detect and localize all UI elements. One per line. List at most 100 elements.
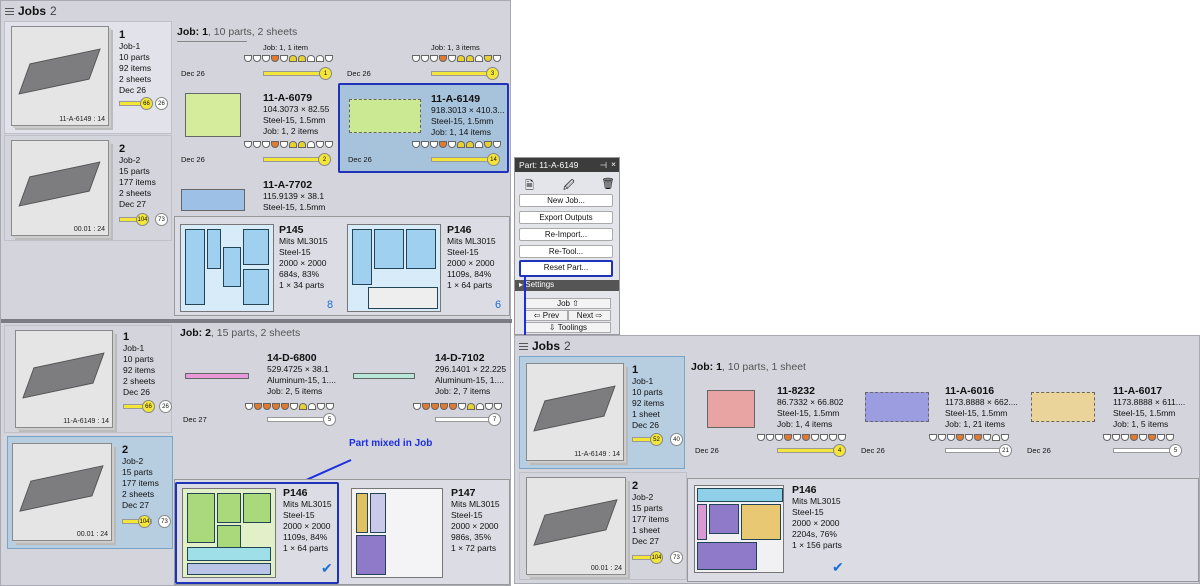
part-card[interactable]: 11-A-7702 115.9139 × 38.1 Steel-15, 1.5m… [177, 177, 337, 215]
part-info: 11-A-6149 918.3013 × 410.3... Steel-15, … [431, 93, 505, 138]
menu-icon[interactable] [5, 7, 14, 15]
part-card-selected[interactable]: 11-A-6149 918.3013 × 410.3... Steel-15, … [338, 83, 509, 173]
part-card[interactable]: 14-D-7102 296.1401 × 22.225 Aluminum-15,… [343, 351, 509, 431]
reset-part-button[interactable]: Reset Part... [519, 260, 613, 277]
tooling-icons [244, 55, 333, 62]
part-qty-knob: 4 [833, 444, 846, 457]
part-progress-bar [263, 157, 325, 162]
job-card-1[interactable]: 11-A-6149 : 14 1 Job-1 10 parts 92 items… [4, 325, 172, 433]
job-card-2[interactable]: 00.01 : 24 2 Job-2 15 parts 177 items 1 … [519, 472, 687, 580]
jobs-header: Jobs 2 [5, 4, 57, 18]
sheet-nest-thumbnail[interactable] [694, 485, 784, 573]
part-card[interactable]: 11-8232 86.7332 × 66.802 Steel-15, 1.5mm… [691, 384, 857, 464]
job-thumbnail: 11-A-6149 : 14 [11, 26, 109, 126]
job-total-knob: 40 [670, 433, 683, 446]
part-date: Dec 26 [181, 69, 205, 78]
part-info: 11-8232 86.7332 × 66.802 Steel-15, 1.5mm… [777, 385, 844, 430]
part-info: 11-A-6017 1173.8888 × 611.... Steel-15, … [1113, 385, 1186, 430]
job-progress-knob: 52 [650, 433, 663, 446]
annotation-label: Part mixed in Job [349, 438, 433, 449]
job-detail-title: Job: 2, 15 parts, 2 sheets [180, 327, 301, 339]
part-progress-bar [435, 417, 495, 422]
job-card-2-selected[interactable]: 00.01 : 24 2 Job-2 15 parts 177 items 2 … [7, 436, 173, 549]
job-card-1-selected[interactable]: 11-A-6149 : 14 1 Job-1 10 parts 92 items… [519, 356, 685, 469]
part-date: Dec 27 [183, 415, 207, 424]
job-total-knob: 73 [158, 515, 171, 528]
job-progress-knob: 104 [136, 213, 149, 226]
tooling-icons [413, 403, 502, 410]
job-total-knob: 73 [155, 213, 168, 226]
part-progress-bar [267, 417, 331, 422]
job-info: 2 Job-2 15 parts 177 items 2 sheets Dec … [119, 143, 156, 210]
part-qty-knob: 2 [318, 153, 331, 166]
sheet-nest-thumbnail[interactable] [347, 224, 441, 312]
export-outputs-button[interactable]: Export Outputs [519, 211, 613, 224]
sheets-panel: P146 Mits ML3015 Steel-15 2000 × 2000 22… [687, 478, 1199, 582]
sheets-panel: P145 Mits ML3015 Steel-15 2000 × 2000 68… [174, 216, 510, 316]
job-nav-button[interactable]: Job ⇧ [525, 298, 611, 309]
part-info: 14-D-6800 529.4725 × 38.1 Aluminum-15, 1… [267, 352, 336, 397]
part-info: 11-A-7702 115.9139 × 38.1 Steel-15, 1.5m… [263, 179, 326, 213]
jobs-header: Jobs 2 [519, 339, 571, 353]
sheet-info: P147 Mits ML3015 Steel-15 2000 × 2000 98… [451, 487, 500, 554]
part-qty-knob: 7 [488, 413, 501, 426]
close-icon[interactable]: × [611, 159, 616, 169]
tooling-icons [412, 141, 501, 148]
sheet-count: 8 [327, 299, 334, 311]
re-tool-button[interactable]: Re-Tool... [519, 245, 613, 258]
job-thumbnail: 00.01 : 24 [526, 477, 626, 575]
sheet-nest-thumbnail[interactable] [182, 488, 276, 578]
part-thumbnail [353, 373, 415, 379]
settings-section[interactable]: ▸ Settings [515, 280, 619, 291]
part-thumbnail [185, 373, 249, 379]
part-qty-knob: 3 [486, 67, 499, 80]
job-thumbnail: 11-A-6149 : 14 [526, 363, 624, 461]
sheet-nest-thumbnail[interactable] [351, 488, 443, 578]
part-thumbnail [865, 392, 929, 422]
menu-icon[interactable] [519, 342, 528, 350]
sheet-nest-thumbnail[interactable] [180, 224, 274, 312]
title-underline [177, 41, 247, 42]
checkmark-icon: ✔ [832, 559, 844, 575]
left-jobs-panel: Jobs 2 11-A-6149 : 14 1 Job-1 10 parts 9… [0, 0, 512, 586]
job-card-2[interactable]: 00.01 : 24 2 Job-2 15 parts 177 items 2 … [4, 135, 172, 241]
part-progress-bar [263, 71, 325, 76]
part-info: 11-A-6016 1173.8888 × 662.... Steel-15, … [945, 385, 1018, 430]
job-info: 1 Job-1 10 parts 92 items 1 sheet Dec 26 [632, 364, 665, 431]
next-button[interactable]: Next ⇨ [568, 310, 611, 321]
part-info: 11-A-6079 104.3073 × 82.55 Steel-15, 1.5… [263, 92, 330, 137]
part-qty-knob: 1 [319, 67, 332, 80]
checkmark-icon: ✔ [321, 560, 333, 576]
part-progress-bar [945, 448, 1007, 453]
part-qty-knob: 5 [323, 413, 336, 426]
tooling-icons [244, 141, 333, 148]
job-detail-title: Job: 1, 10 parts, 2 sheets [177, 26, 298, 38]
part-info: 14-D-7102 296.1401 × 22.225 Aluminum-15,… [435, 352, 507, 397]
part-qty-knob: 5 [1169, 444, 1182, 457]
job-info: 2 Job-2 15 parts 177 items 2 sheets Dec … [122, 444, 159, 511]
job-info: 1 Job-1 10 parts 92 items 2 sheets Dec 2… [119, 29, 152, 96]
prev-button[interactable]: ⇦ Prev [525, 310, 568, 321]
part-job-label: Job: 1, 3 items [431, 43, 480, 52]
sheet-count: 6 [495, 299, 502, 311]
jobs-title: Jobs [18, 4, 47, 18]
toolings-nav-button[interactable]: ⇩ Toolings [525, 322, 611, 333]
new-job-button[interactable]: New Job... [519, 194, 613, 207]
part-job-label: Job: 1, 1 item [263, 43, 309, 52]
sheet-info: P145 Mits ML3015 Steel-15 2000 × 2000 68… [279, 224, 328, 291]
sheet-info: P146 Mits ML3015 Steel-15 2000 × 2000 22… [792, 484, 842, 551]
trash-icon[interactable]: 🗑 [601, 177, 615, 190]
job-thumbnail: 00.01 : 24 [11, 140, 109, 236]
part-progress-bar [431, 71, 493, 76]
part-card[interactable]: 11-A-6079 104.3073 × 82.55 Steel-15, 1.5… [177, 85, 337, 166]
job-progress-knob: 104 [650, 551, 663, 564]
part-progress-bar [1113, 448, 1175, 453]
pin-icon[interactable]: ⊣ [600, 160, 607, 171]
part-card[interactable]: 11-A-6016 1173.8888 × 662.... Steel-15, … [857, 384, 1023, 464]
job-card-1[interactable]: 11-A-6149 : 14 1 Job-1 10 parts 92 items… [4, 21, 172, 134]
part-card[interactable]: 11-A-6017 1173.8888 × 611.... Steel-15, … [1023, 384, 1195, 464]
re-import-button[interactable]: Re-Import... [519, 228, 613, 241]
part-card[interactable]: 14-D-6800 529.4725 × 38.1 Aluminum-15, 1… [177, 351, 343, 431]
part-date: Dec 26 [695, 446, 719, 455]
part-thumbnail [707, 390, 755, 428]
